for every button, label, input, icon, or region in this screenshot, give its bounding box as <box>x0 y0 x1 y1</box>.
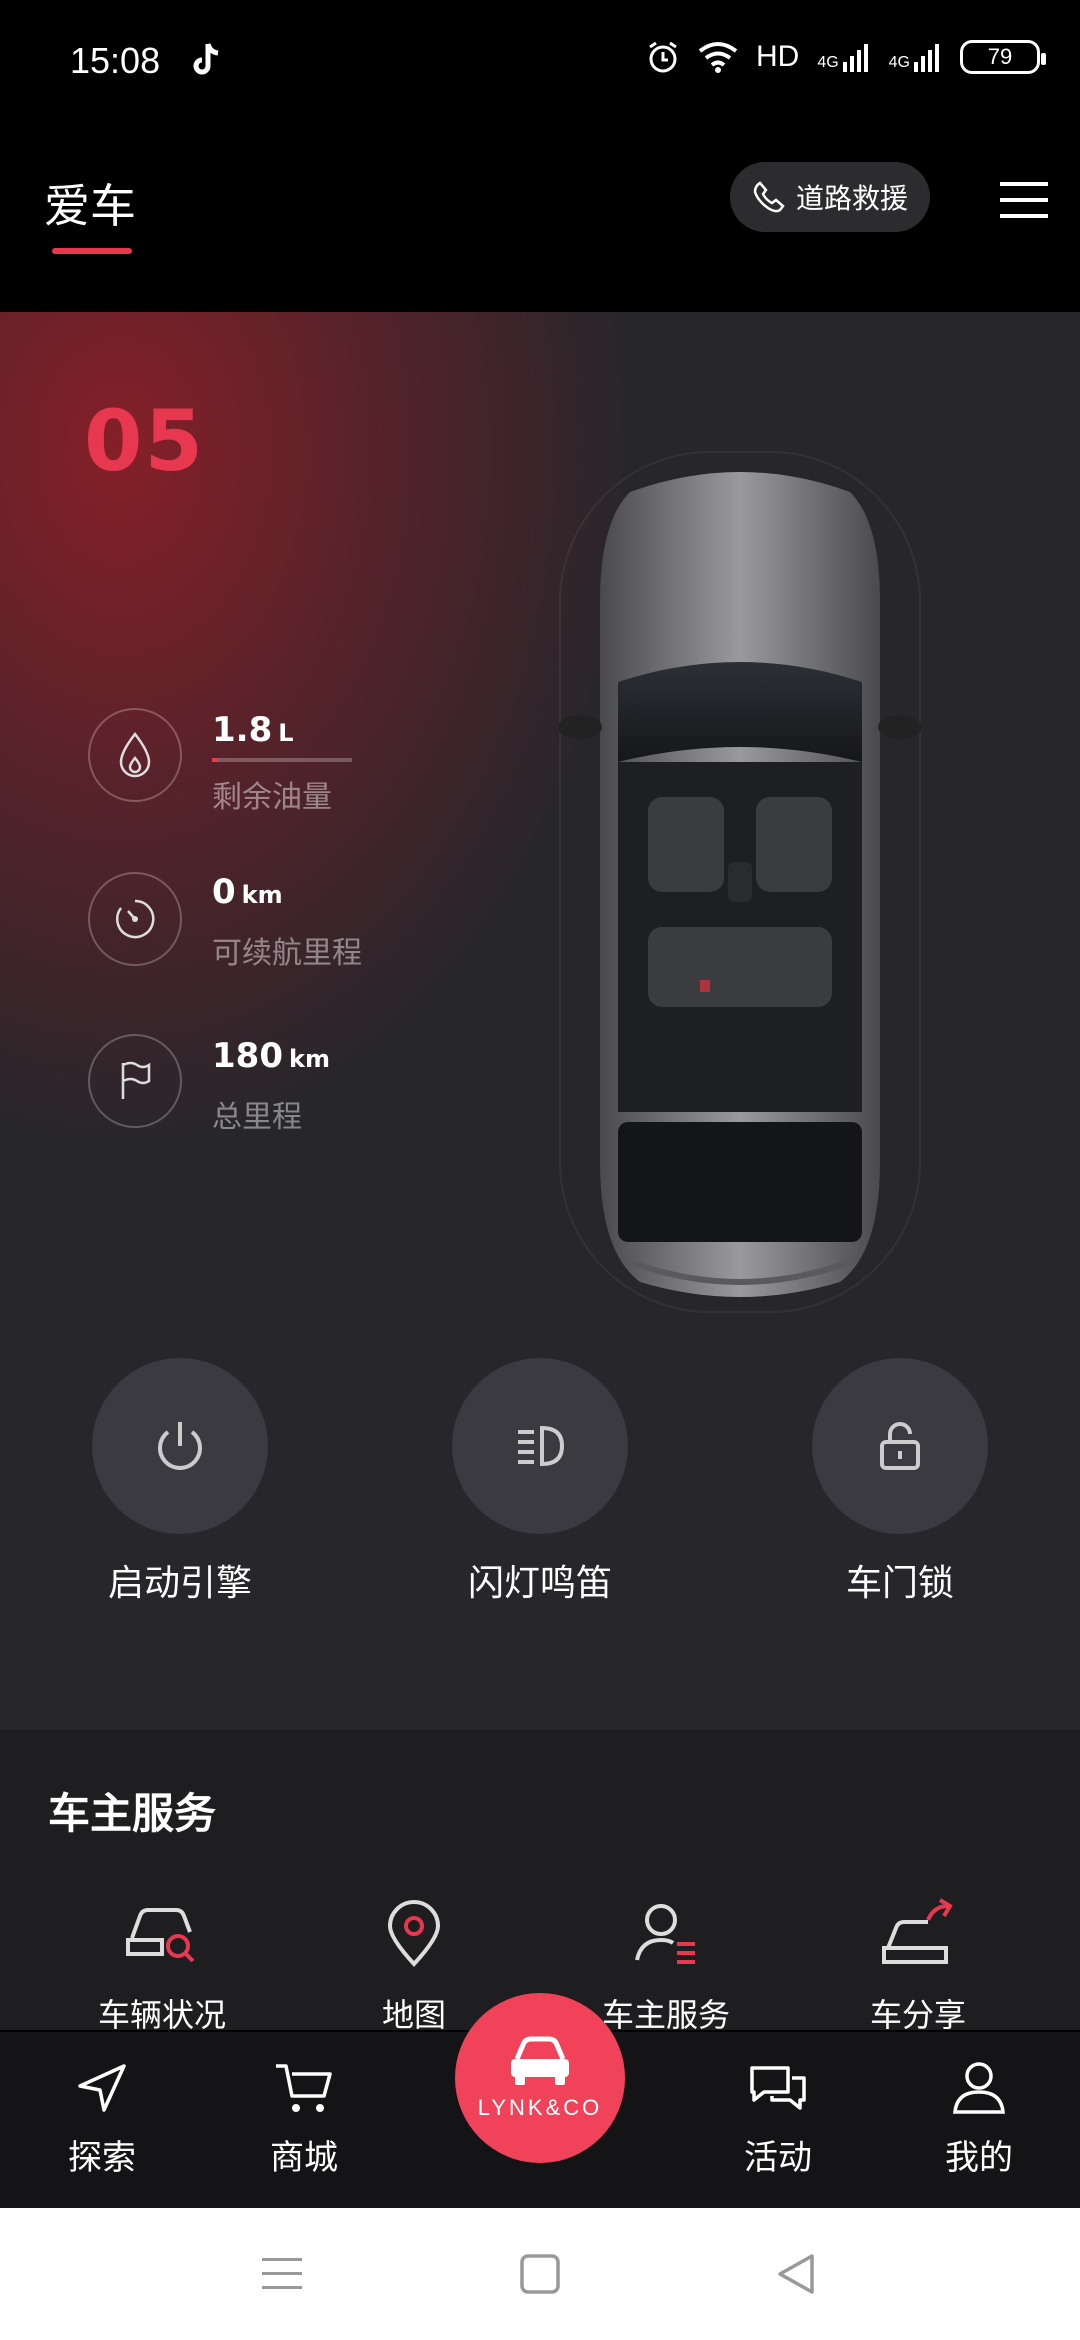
app-header: 爱车 道路救援 <box>0 130 1080 290</box>
start-engine-button[interactable] <box>92 1358 268 1534</box>
range-stat: 0 km <box>212 872 283 912</box>
odometer-stat: 180 km <box>212 1036 330 1076</box>
hd-label: HD <box>755 40 800 73</box>
status-time: 15:08 <box>70 40 161 81</box>
tab-label: 商城 <box>270 2138 338 2178</box>
fuel-drop-icon <box>88 708 182 802</box>
start-engine-label: 启动引擎 <box>107 1563 252 1604</box>
car-icon <box>511 2036 569 2085</box>
menu-icon[interactable] <box>1000 180 1048 220</box>
service-vehicle-status[interactable]: 车辆状况 <box>62 1898 262 2036</box>
owner-services-section: 车主服务 车辆状况 地图 车主服务 车分享 <box>0 1730 1080 2034</box>
range-label: 可续航里程 <box>212 936 362 971</box>
phone-icon <box>753 181 785 213</box>
services-title: 车主服务 <box>48 1789 217 1838</box>
signal-4g-2: 4G <box>889 42 942 72</box>
tab-label: 探索 <box>68 2138 136 2178</box>
odometer-label: 总里程 <box>212 1100 302 1135</box>
unlock-icon <box>880 1422 920 1470</box>
fuel-value: 1.8 L <box>212 710 294 750</box>
tab-label: 我的 <box>945 2138 1013 2178</box>
tab-explore[interactable]: 探索 <box>27 2060 177 2179</box>
tab-activity[interactable]: 活动 <box>703 2060 853 2179</box>
signal-bars-icon <box>842 44 868 72</box>
owner-service-icon <box>635 1904 695 1964</box>
wifi-icon <box>698 42 738 73</box>
flash-horn-label: 闪灯鸣笛 <box>467 1563 612 1604</box>
tab-profile[interactable]: 我的 <box>904 2060 1054 2179</box>
fuel-level-fill <box>212 758 218 762</box>
car-top-view-image <box>558 451 922 1313</box>
door-lock-label: 车门锁 <box>845 1563 954 1604</box>
status-bar: 15:08 HD 4G 4G 79 <box>0 0 1080 130</box>
navigate-icon <box>78 2064 126 2112</box>
signal-bars-icon <box>914 44 939 72</box>
fuel-label: 剩余油量 <box>212 780 332 815</box>
map-pin-icon <box>387 1900 441 1967</box>
range-value: 0 km <box>212 872 283 912</box>
road-rescue-label: 道路救援 <box>795 182 908 215</box>
person-icon <box>953 2062 1005 2114</box>
tab-label: 活动 <box>744 2138 812 2178</box>
back-icon[interactable] <box>776 2252 816 2296</box>
flag-icon <box>88 1034 182 1128</box>
active-tab-indicator <box>52 248 132 254</box>
tab-mall[interactable]: 商城 <box>229 2060 379 2179</box>
home-icon[interactable] <box>520 2254 560 2294</box>
vehicle-card: 05 1.8 L 剩余油量 0 km 可续航里程 180 km 总里程 启动引擎… <box>0 312 1080 1730</box>
odometer-value: 180 km <box>212 1036 330 1076</box>
road-rescue-button[interactable]: 道路救援 <box>730 162 930 232</box>
page-title[interactable]: 爱车 <box>44 170 136 236</box>
signal-4g-1: 4G <box>817 42 870 72</box>
battery-indicator: 79 <box>960 40 1046 74</box>
service-label: 车辆状况 <box>97 1996 226 2034</box>
car-search-icon <box>126 1908 195 1963</box>
recent-apps-icon[interactable] <box>262 2256 302 2292</box>
fuel-stat: 1.8 L <box>212 710 294 750</box>
system-navigation-bar <box>0 2208 1080 2340</box>
fuel-level-bar <box>212 758 352 762</box>
alarm-icon <box>649 41 677 73</box>
car-share-icon <box>882 1898 953 1964</box>
flash-horn-button[interactable] <box>452 1358 628 1534</box>
brand-logo-text: LYNK&CO <box>477 2095 603 2120</box>
vehicle-model: 05 <box>84 392 205 490</box>
service-car-share[interactable]: 车分享 <box>818 1898 1018 2036</box>
status-icons: HD 4G 4G 79 <box>646 40 1046 74</box>
chat-icon <box>750 2066 806 2110</box>
cart-icon <box>276 2064 332 2112</box>
headlight-icon <box>518 1425 565 1467</box>
tiktok-icon <box>193 43 219 75</box>
service-label: 车分享 <box>869 1996 966 2034</box>
speedometer-icon <box>88 872 182 966</box>
lynkco-home-button[interactable]: LYNK&CO <box>455 1993 625 2163</box>
power-icon <box>158 1422 202 1470</box>
door-lock-button[interactable] <box>812 1358 988 1534</box>
